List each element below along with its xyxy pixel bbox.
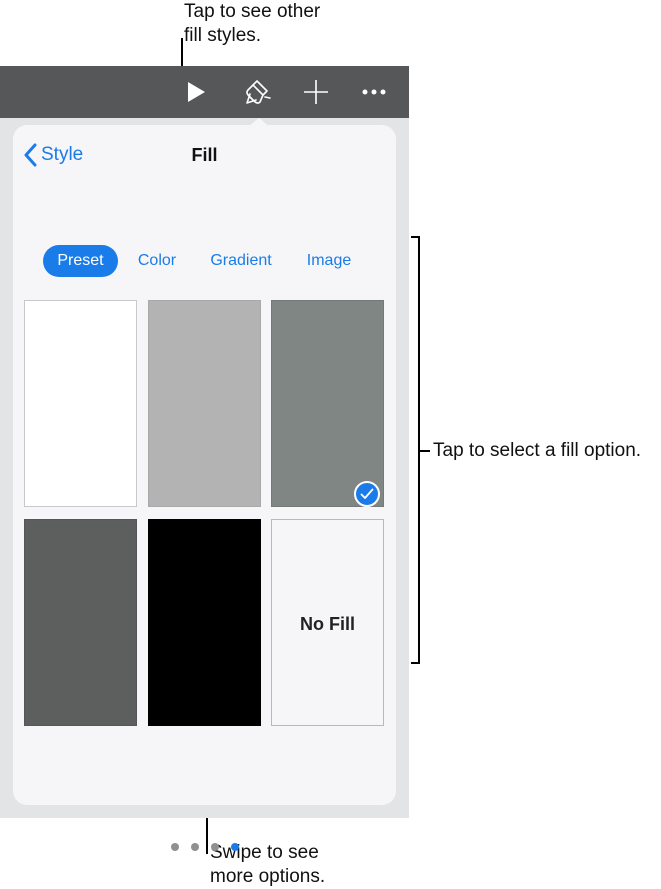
swatches-bracket-bottom [411,662,420,664]
tab-gradient[interactable]: Gradient [203,245,279,277]
play-icon[interactable] [180,66,212,118]
swatch-black[interactable] [148,519,261,726]
toolbar [0,66,409,118]
swatch-no-fill[interactable]: No Fill [271,519,384,726]
panel-title: Fill [191,145,218,165]
page-dot[interactable] [191,843,199,851]
swatches-bracket-top [411,236,420,238]
swatch-medium-gray[interactable] [271,300,384,507]
plus-icon[interactable] [300,66,332,118]
tab-image[interactable]: Image [300,245,358,277]
page-dot-active[interactable] [231,843,239,851]
swatch-white[interactable] [24,300,137,507]
callout-swipe: Swipe to see more options. [210,842,326,887]
no-fill-label: No Fill [300,614,355,634]
more-icon[interactable] [358,66,390,118]
callout-fill-styles: Tap to see other fill styles. [184,1,321,46]
device-screen: Style Fill Preset Color Gradient Image N… [0,66,409,851]
callout-line-right [420,450,430,452]
paintbrush-icon[interactable] [240,66,276,118]
callout-select-fill: Tap to select a fill option. [433,440,642,461]
page-dot[interactable] [211,843,219,851]
tab-color[interactable]: Color [128,245,186,277]
swatch-light-gray[interactable] [148,300,261,507]
checkmark-icon [354,481,380,507]
swatch-dark-gray[interactable] [24,519,137,726]
tab-preset[interactable]: Preset [43,245,118,277]
fill-popover: Style Fill Preset Color Gradient Image N… [13,125,396,851]
page-dot[interactable] [171,843,179,851]
